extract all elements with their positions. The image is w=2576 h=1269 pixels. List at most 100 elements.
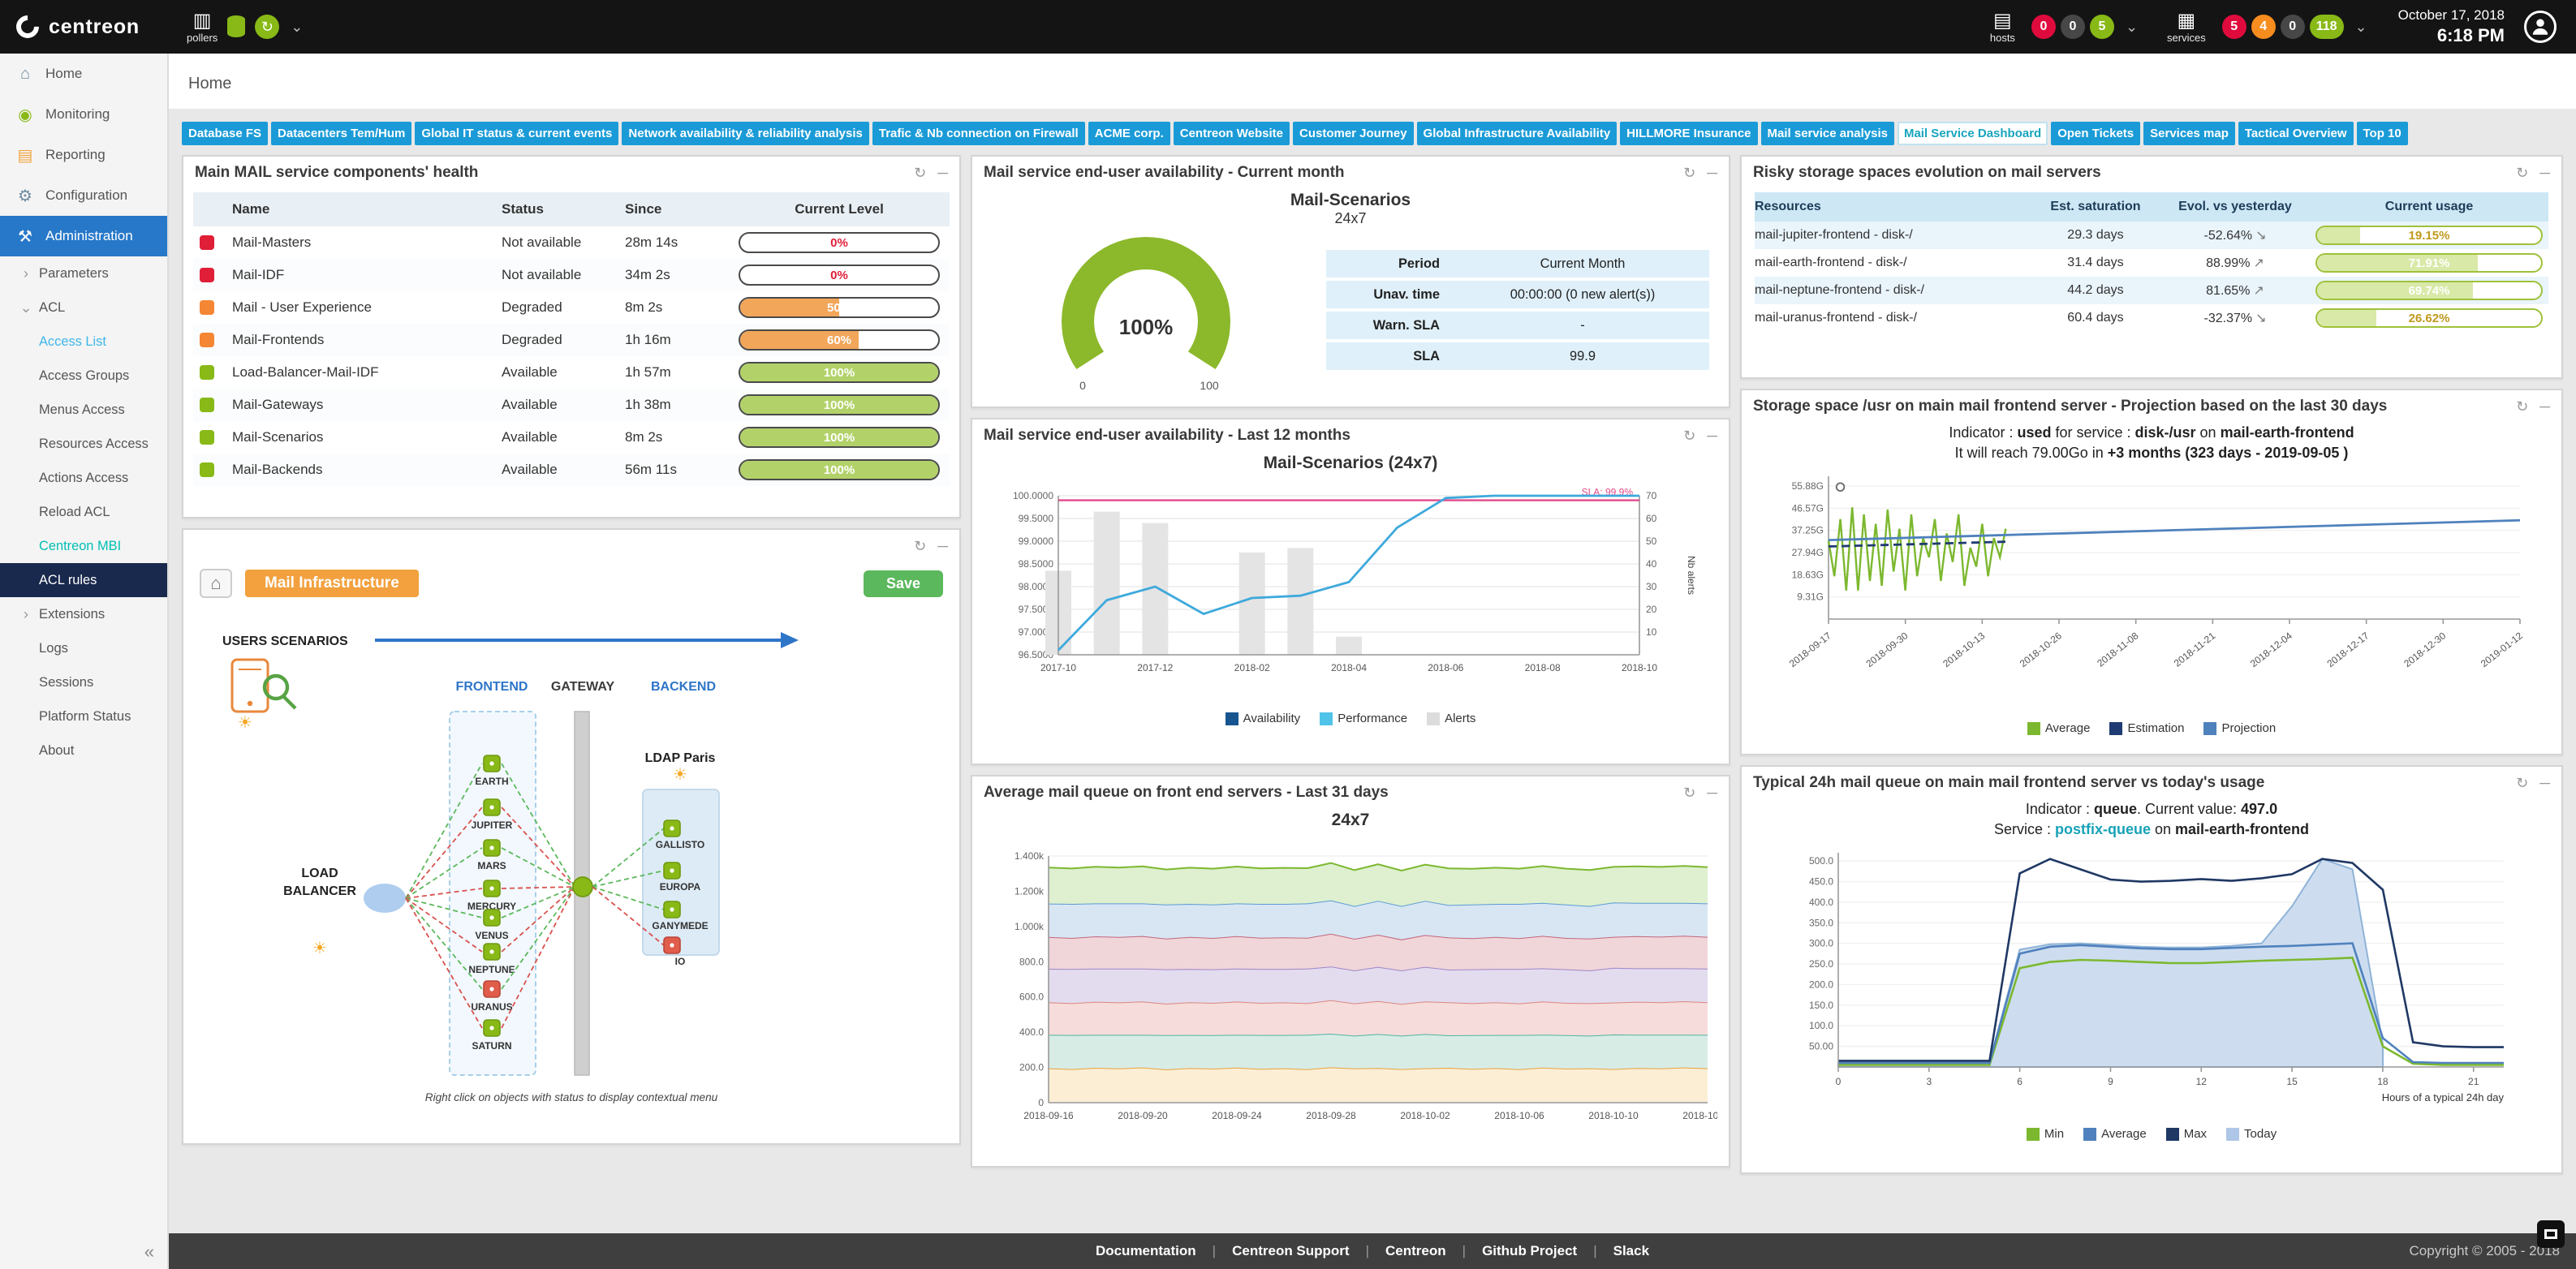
table-row[interactable]: Mail-MastersNot available28m 14s0%	[193, 226, 950, 259]
collapse-icon[interactable]: ─	[2539, 166, 2550, 180]
pollers-cluster[interactable]: ▥ pollers ↻ ⌄	[187, 11, 303, 43]
user-avatar[interactable]	[2524, 11, 2557, 43]
sidebar-item-sessions[interactable]: Sessions	[0, 665, 167, 699]
collapse-icon[interactable]: ─	[1707, 166, 1717, 180]
infrastructure-diagram[interactable]: USERS SCENARIOS☀☀☀FRONTENDGATEWAYBACKEND…	[183, 598, 959, 1085]
sidebar-item-reporting[interactable]: ▤Reporting	[0, 135, 167, 175]
tab-database-fs[interactable]: Database FS	[182, 122, 268, 145]
gateway-node[interactable]	[573, 877, 592, 897]
sidebar-item-actions-access[interactable]: Actions Access	[0, 461, 167, 495]
sidebar-item-acl[interactable]: ⌄ACL	[0, 290, 167, 325]
gauge-chart-subtitle: 24x7	[972, 210, 1729, 227]
table-row[interactable]: Load-Balancer-Mail-IDFAvailable1h 57m100…	[193, 356, 950, 389]
sidebar-item-platform-status[interactable]: Platform Status	[0, 699, 167, 733]
collapse-icon[interactable]: ─	[2539, 399, 2550, 414]
host-status-badge[interactable]: 0	[2061, 15, 2085, 39]
sidebar-item-extensions[interactable]: ›Extensions	[0, 597, 167, 631]
sidebar-item-menus-access[interactable]: Menus Access	[0, 393, 167, 427]
service-status-badge[interactable]: 118	[2310, 15, 2344, 39]
table-row[interactable]: mail-earth-frontend - disk-/31.4 days88.…	[1755, 249, 2548, 277]
table-row[interactable]: mail-uranus-frontend - disk-/60.4 days-3…	[1755, 304, 2548, 332]
table-row[interactable]: mail-neptune-frontend - disk-/44.2 days8…	[1755, 277, 2548, 304]
risky-storage-table: ResourcesEst. saturationEvol. vs yesterd…	[1742, 189, 2561, 335]
refresh-icon[interactable]: ↻	[1683, 785, 1695, 800]
refresh-icon[interactable]: ↻	[2516, 399, 2528, 414]
table-row[interactable]: Mail - User ExperienceDegraded8m 2s50%	[193, 291, 950, 324]
save-button[interactable]: Save	[864, 570, 943, 597]
table-row[interactable]: Mail-BackendsAvailable56m 11s100%	[193, 454, 950, 486]
chevron-down-icon[interactable]: ⌄	[291, 19, 303, 36]
sidebar-item-configuration[interactable]: ⚙Configuration	[0, 175, 167, 216]
collapse-icon[interactable]: ─	[2539, 776, 2550, 790]
tab-tactical-overview[interactable]: Tactical Overview	[2238, 122, 2354, 145]
legend-item-today: Today	[2226, 1127, 2277, 1141]
refresh-icon[interactable]: ↻	[2516, 776, 2528, 790]
chevron-down-icon[interactable]: ⌄	[2355, 19, 2367, 36]
footer-link-slack[interactable]: Slack	[1597, 1243, 1665, 1259]
sidebar-item-acl-rules[interactable]: ACL rules	[0, 563, 167, 597]
tab-services-map[interactable]: Services map	[2143, 122, 2235, 145]
sidebar-item-about[interactable]: About	[0, 733, 167, 768]
breadcrumb-home-link[interactable]: Home	[188, 75, 231, 92]
footer-link-github-project[interactable]: Github Project	[1466, 1243, 1593, 1259]
sidebar-collapse-button[interactable]: «	[144, 1241, 154, 1263]
refresh-icon[interactable]: ↻	[2516, 166, 2528, 180]
chevron-down-icon[interactable]: ⌄	[2126, 19, 2138, 36]
tab-global-it-status-current-events[interactable]: Global IT status & current events	[415, 122, 618, 145]
sidebar-item-administration[interactable]: ⚒Administration	[0, 216, 167, 256]
svg-text:200.0: 200.0	[1809, 979, 1833, 991]
sidebar-item-centreon-mbi[interactable]: Centreon MBI	[0, 529, 167, 563]
sidebar-item-monitoring[interactable]: ◉Monitoring	[0, 94, 167, 135]
tab-hillmore-insurance[interactable]: HILLMORE Insurance	[1620, 122, 1757, 145]
tab-datacenters-tem-hum[interactable]: Datacenters Tem/Hum	[271, 122, 411, 145]
footer-link-documentation[interactable]: Documentation	[1079, 1243, 1213, 1259]
tab-trafic-nb-connection-on-firewall[interactable]: Trafic & Nb connection on Firewall	[872, 122, 1085, 145]
services-status-cluster[interactable]: ▦ services 540118 ⌄	[2167, 11, 2367, 43]
service-status-badge[interactable]: 5	[2222, 15, 2246, 39]
kiosk-mode-button[interactable]	[2537, 1220, 2565, 1248]
collapse-icon[interactable]: ─	[1707, 428, 1717, 443]
footer-link-centreon-support[interactable]: Centreon Support	[1216, 1243, 1366, 1259]
sidebar-item-parameters[interactable]: ›Parameters	[0, 256, 167, 290]
sidebar-item-access-list[interactable]: Access List	[0, 325, 167, 359]
tab-network-availability-reliability-analysis[interactable]: Network availability & reliability analy…	[622, 122, 868, 145]
refresh-icon[interactable]: ↻	[1683, 428, 1695, 443]
service-status-badge[interactable]: 0	[2281, 15, 2305, 39]
sidebar-item-access-groups[interactable]: Access Groups	[0, 359, 167, 393]
service-status-badge[interactable]: 4	[2251, 15, 2276, 39]
home-icon[interactable]: ⌂	[200, 569, 232, 598]
sidebar-item-logs[interactable]: Logs	[0, 631, 167, 665]
table-row[interactable]: Mail-GatewaysAvailable1h 38m100%	[193, 389, 950, 421]
hosts-status-cluster[interactable]: ▤ hosts 005 ⌄	[1990, 11, 2138, 43]
host-status-badge[interactable]: 0	[2031, 15, 2056, 39]
component-name: Mail-Masters	[232, 234, 502, 251]
collapse-icon[interactable]: ─	[1707, 785, 1717, 800]
sidebar-item-home[interactable]: ⌂Home	[0, 54, 167, 94]
table-row[interactable]: Mail-FrontendsDegraded1h 16m60%	[193, 324, 950, 356]
tab-open-tickets[interactable]: Open Tickets	[2051, 122, 2140, 145]
centreon-logo[interactable]: centreon	[0, 15, 172, 39]
tab-acme-corp[interactable]: ACME corp.	[1088, 122, 1170, 145]
collapse-icon[interactable]: ─	[937, 539, 948, 553]
footer-link-centreon[interactable]: Centreon	[1369, 1243, 1462, 1259]
export-config-icon[interactable]: ↻	[255, 15, 279, 39]
tab-mail-service-dashboard[interactable]: Mail Service Dashboard	[1898, 122, 2048, 145]
tab-mail-service-analysis[interactable]: Mail service analysis	[1761, 122, 1894, 145]
refresh-icon[interactable]: ↻	[914, 166, 926, 180]
sidebar-item-resources-access[interactable]: Resources Access	[0, 427, 167, 461]
infrastructure-badge[interactable]: Mail Infrastructure	[245, 570, 419, 597]
svg-text:55.88G: 55.88G	[1792, 480, 1824, 492]
refresh-icon[interactable]: ↻	[914, 539, 926, 553]
table-row[interactable]: Mail-ScenariosAvailable8m 2s100%	[193, 421, 950, 454]
refresh-icon[interactable]: ↻	[1683, 166, 1695, 180]
tab-top-10[interactable]: Top 10	[2357, 122, 2408, 145]
collapse-icon[interactable]: ─	[937, 166, 948, 180]
sidebar-item-reload-acl[interactable]: Reload ACL	[0, 495, 167, 529]
table-row[interactable]: mail-jupiter-frontend - disk-/29.3 days-…	[1755, 222, 2548, 249]
host-status-badge[interactable]: 5	[2090, 15, 2114, 39]
table-row[interactable]: Mail-IDFNot available34m 2s0%	[193, 259, 950, 291]
tab-customer-journey[interactable]: Customer Journey	[1293, 122, 1414, 145]
tab-centreon-website[interactable]: Centreon Website	[1174, 122, 1290, 145]
tab-global-infrastructure-availability[interactable]: Global Infrastructure Availability	[1417, 122, 1618, 145]
svg-text:2018-12-17: 2018-12-17	[2325, 630, 2371, 670]
